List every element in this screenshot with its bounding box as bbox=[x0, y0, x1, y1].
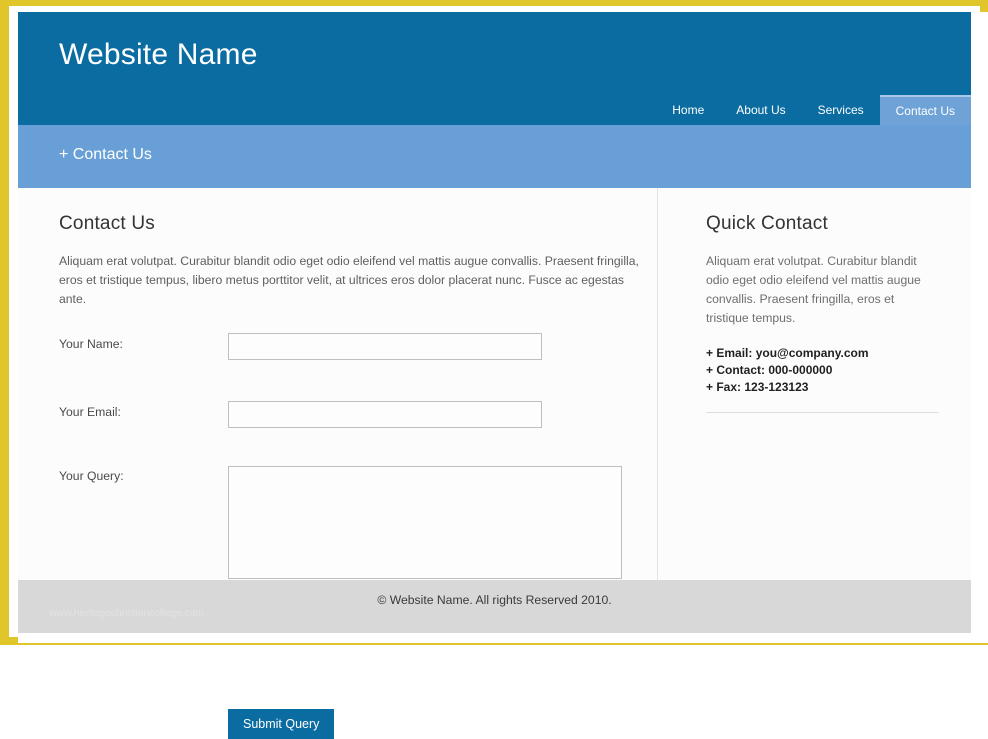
query-textarea[interactable] bbox=[228, 466, 622, 579]
site-container: Website Name Home About Us Services Cont… bbox=[18, 12, 971, 739]
name-input[interactable] bbox=[228, 333, 542, 360]
footer-watermark: www.heritagechristiancollege.com bbox=[49, 607, 204, 619]
page-title: Contact Us bbox=[59, 213, 155, 234]
main-navigation: Home About Us Services Contact Us bbox=[656, 95, 971, 125]
sidebar-title: Quick Contact bbox=[706, 213, 828, 234]
nav-item-home[interactable]: Home bbox=[656, 95, 720, 125]
nav-item-contact-us[interactable]: Contact Us bbox=[879, 95, 971, 125]
content-area: Contact Us Aliquam erat volutpat. Curabi… bbox=[18, 188, 971, 739]
nav-item-services[interactable]: Services bbox=[802, 95, 880, 125]
nav-item-about-us[interactable]: About Us bbox=[720, 95, 801, 125]
sidebar-paragraph: Aliquam erat volutpat. Curabitur blandit… bbox=[706, 254, 921, 325]
quick-contact-fax: + Fax: 123-123123 bbox=[706, 380, 809, 394]
site-title: Website Name bbox=[59, 38, 258, 71]
label-your-name: Your Name: bbox=[59, 337, 123, 351]
breadcrumb-bar: + Contact Us bbox=[18, 125, 971, 188]
form-row-name: Your Name: bbox=[59, 333, 649, 360]
form-row-email: Your Email: bbox=[59, 401, 649, 428]
quick-contact-list: + Email: you@company.com + Contact: 000-… bbox=[706, 328, 942, 396]
submit-query-button[interactable]: Submit Query bbox=[228, 709, 335, 739]
email-input[interactable] bbox=[228, 401, 542, 428]
quick-contact-email[interactable]: + Email: you@company.com bbox=[706, 345, 942, 362]
column-divider bbox=[657, 188, 658, 580]
sidebar: Quick Contact Aliquam erat volutpat. Cur… bbox=[706, 188, 942, 413]
main-column: Contact Us Aliquam erat volutpat. Curabi… bbox=[59, 188, 649, 739]
sidebar-divider bbox=[706, 412, 939, 413]
footer-copyright: © Website Name. All rights Reserved 2010… bbox=[377, 593, 612, 607]
page-frame: Website Name Home About Us Services Cont… bbox=[0, 0, 988, 739]
breadcrumb: + Contact Us bbox=[59, 146, 152, 163]
label-your-email: Your Email: bbox=[59, 405, 121, 419]
intro-paragraph: Aliquam erat volutpat. Curabitur blandit… bbox=[59, 254, 639, 306]
quick-contact-phone: + Contact: 000-000000 bbox=[706, 363, 833, 377]
label-your-query: Your Query: bbox=[59, 469, 124, 483]
site-footer: © Website Name. All rights Reserved 2010… bbox=[18, 580, 971, 633]
contact-form: Your Name: Your Email: Your Query: Submi… bbox=[59, 333, 649, 739]
form-row-query: Your Query: bbox=[59, 466, 649, 582]
site-header: Website Name Home About Us Services Cont… bbox=[18, 12, 971, 125]
page-inner: Website Name Home About Us Services Cont… bbox=[18, 12, 988, 739]
